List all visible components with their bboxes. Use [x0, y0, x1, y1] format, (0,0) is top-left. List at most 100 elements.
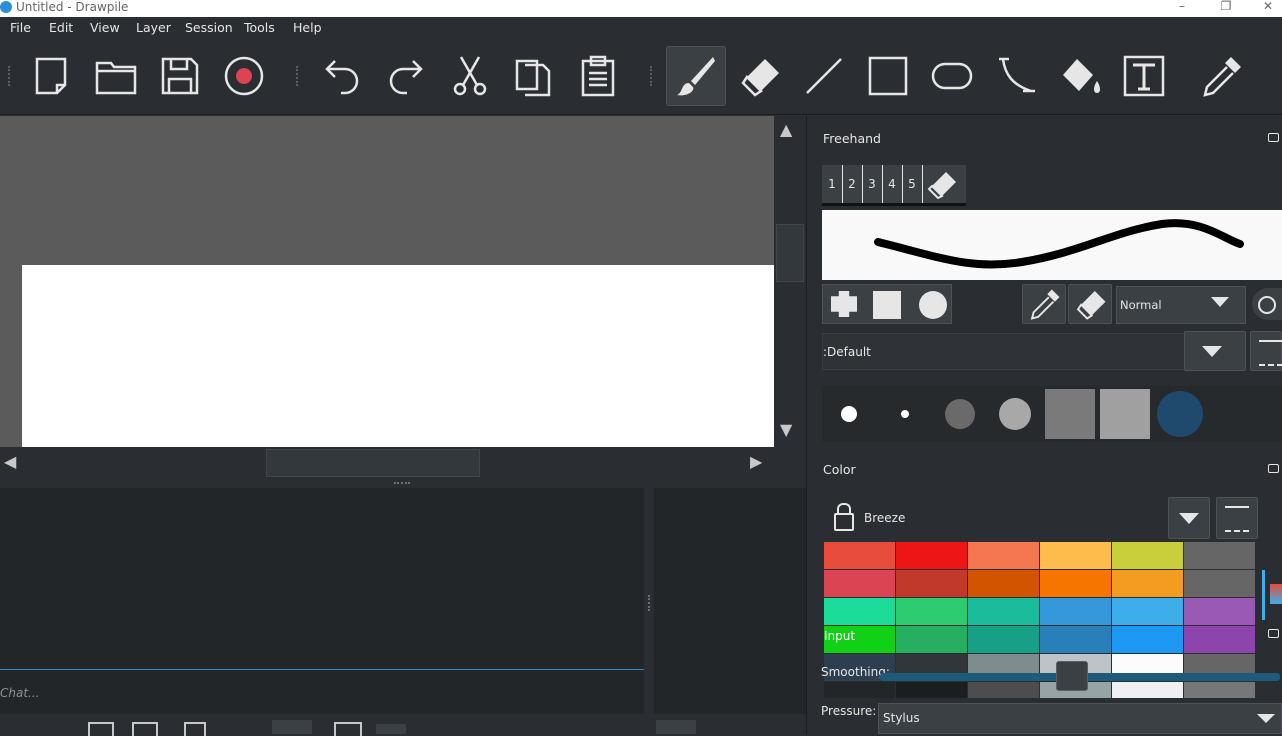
color-swatch[interactable]: [896, 542, 967, 569]
scroll-right-icon[interactable]: ▶: [750, 452, 762, 471]
horizontal-scroll-thumb[interactable]: [266, 449, 480, 477]
color-swatch[interactable]: [824, 570, 895, 597]
toolbar-grip[interactable]: [8, 66, 14, 86]
color-swatch[interactable]: [896, 682, 967, 698]
dock-float-icon[interactable]: [1268, 464, 1279, 473]
palette-scroll-indicator[interactable]: [1262, 570, 1265, 620]
copy-button[interactable]: [504, 46, 564, 106]
line-tool-button[interactable]: [794, 46, 854, 106]
color-swatch[interactable]: [824, 542, 895, 569]
color-swatch[interactable]: [968, 542, 1039, 569]
round-brush-icon[interactable]: [919, 291, 947, 319]
palette-select[interactable]: Breeze: [822, 497, 1208, 539]
brush-preset[interactable]: [1045, 386, 1095, 442]
rectangle-tool-button[interactable]: [858, 46, 918, 106]
record-button[interactable]: [214, 46, 274, 106]
brush-preset[interactable]: [824, 386, 874, 442]
toolbar-grip[interactable]: [296, 66, 302, 86]
color-swatch[interactable]: [1040, 542, 1111, 569]
palette-menu-button[interactable]: [1216, 497, 1258, 539]
brush-preset-category[interactable]: :Default: [822, 333, 1214, 370]
brush-preset[interactable]: [880, 386, 930, 442]
cut-button[interactable]: [440, 46, 500, 106]
color-wheel-icon[interactable]: [1270, 584, 1282, 604]
preset-dropdown-button[interactable]: [1184, 331, 1246, 371]
color-swatch[interactable]: [1184, 542, 1255, 569]
menu-edit[interactable]: Edit: [49, 17, 73, 38]
lock-icon[interactable]: [834, 513, 854, 531]
color-swatch[interactable]: [968, 682, 1039, 698]
fill-tool-button[interactable]: [1050, 46, 1110, 106]
ellipse-tool-button[interactable]: [922, 46, 982, 106]
color-swatch[interactable]: [824, 682, 895, 698]
brush-settings-button[interactable]: [1252, 288, 1282, 320]
toolbar-grip[interactable]: [650, 66, 656, 86]
freehand-tool-button[interactable]: [666, 46, 726, 106]
bezier-tool-button[interactable]: [986, 46, 1046, 106]
color-swatch[interactable]: [1184, 626, 1255, 653]
horizontal-scrollbar[interactable]: ◀ ▶: [0, 447, 774, 477]
pressure-select[interactable]: Stylus: [878, 703, 1282, 734]
color-swatch[interactable]: [1040, 626, 1111, 653]
brush-slot-4[interactable]: 4: [882, 165, 903, 203]
canvas-page[interactable]: [22, 265, 774, 447]
color-picker-tool-button[interactable]: [1192, 46, 1252, 106]
save-button[interactable]: [150, 46, 210, 106]
color-swatch[interactable]: [1112, 626, 1183, 653]
paste-button[interactable]: [568, 46, 628, 106]
dock-float-icon[interactable]: [1268, 629, 1279, 638]
new-document-button[interactable]: [22, 46, 82, 106]
text-tool-button[interactable]: [1114, 46, 1174, 106]
brush-slot-2[interactable]: 2: [842, 165, 863, 203]
eraser-tool-button[interactable]: [730, 46, 790, 106]
vertical-scrollbar[interactable]: ▲ ▼: [774, 116, 806, 447]
color-swatch[interactable]: [968, 570, 1039, 597]
chat-input[interactable]: Chat...: [0, 686, 300, 702]
brush-preset[interactable]: [935, 386, 985, 442]
palette-dropdown-button[interactable]: [1168, 497, 1210, 539]
color-swatch[interactable]: [1040, 570, 1111, 597]
menu-file[interactable]: File: [10, 17, 31, 38]
color-swatch[interactable]: [824, 598, 895, 625]
color-swatch[interactable]: [1112, 598, 1183, 625]
status-button[interactable]: [656, 720, 696, 734]
close-button[interactable]: ✕: [1248, 0, 1282, 15]
minimize-button[interactable]: –: [1162, 0, 1202, 15]
color-swatch[interactable]: [1112, 542, 1183, 569]
undo-button[interactable]: [312, 46, 372, 106]
eraser-mode-button[interactable]: [1068, 284, 1112, 324]
vertical-scroll-thumb[interactable]: [776, 224, 804, 282]
pixel-brush-icon[interactable]: [831, 291, 857, 317]
brush-preset[interactable]: [1100, 386, 1150, 442]
restore-button[interactable]: ❐: [1206, 0, 1246, 15]
canvas-view[interactable]: [0, 116, 774, 447]
color-swatch[interactable]: [896, 626, 967, 653]
zoom-slider[interactable]: [376, 724, 406, 734]
color-pick-mode-button[interactable]: [1022, 284, 1066, 324]
menu-view[interactable]: View: [90, 17, 120, 38]
color-swatch[interactable]: [1184, 570, 1255, 597]
menu-help[interactable]: Help: [293, 17, 322, 38]
redo-button[interactable]: [376, 46, 436, 106]
scroll-down-icon[interactable]: ▼: [780, 420, 792, 439]
scroll-left-icon[interactable]: ◀: [4, 452, 16, 471]
color-swatch[interactable]: [1112, 570, 1183, 597]
color-swatch[interactable]: [1112, 682, 1183, 698]
blend-mode-select[interactable]: Normal: [1116, 286, 1246, 324]
chat-splitter[interactable]: [0, 477, 806, 487]
menu-session[interactable]: Session: [185, 17, 233, 38]
color-swatch[interactable]: [896, 570, 967, 597]
color-swatch[interactable]: [1184, 598, 1255, 625]
square-brush-icon[interactable]: [873, 291, 901, 319]
color-swatch[interactable]: [1040, 598, 1111, 625]
menu-tools[interactable]: Tools: [244, 17, 275, 38]
brush-preset[interactable]: [990, 386, 1040, 442]
brush-slot-5[interactable]: 5: [902, 165, 923, 203]
zoom-button[interactable]: [272, 720, 312, 734]
preset-menu-button[interactable]: [1250, 331, 1282, 371]
brush-slot-3[interactable]: 3: [862, 165, 883, 203]
scroll-up-icon[interactable]: ▲: [780, 120, 792, 139]
color-swatch[interactable]: [968, 626, 1039, 653]
smoothing-slider-handle[interactable]: [1056, 661, 1088, 691]
color-swatch[interactable]: [896, 598, 967, 625]
